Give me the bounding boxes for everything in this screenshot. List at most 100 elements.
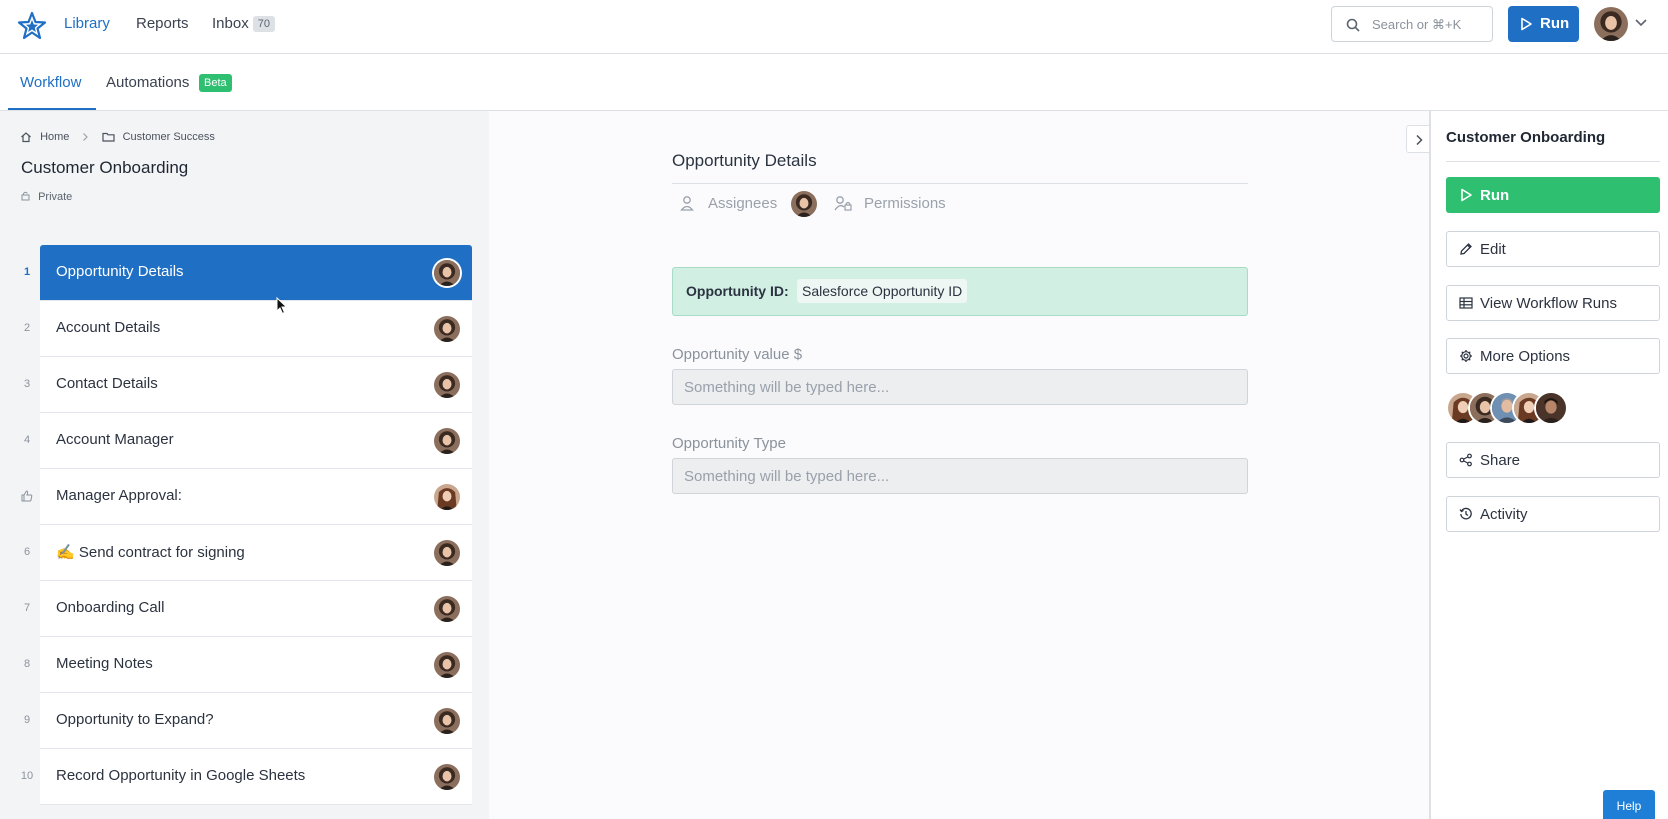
divider bbox=[1446, 161, 1660, 162]
assignee-avatar[interactable] bbox=[791, 191, 817, 217]
run-button[interactable]: Run bbox=[1508, 6, 1579, 42]
search-placeholder: Search or ⌘+K bbox=[1372, 17, 1462, 32]
alert-value: Salesforce Opportunity ID bbox=[797, 279, 968, 303]
star-logo-icon[interactable] bbox=[16, 10, 48, 42]
mouse-cursor-icon bbox=[276, 297, 288, 315]
inbox-count-badge: 70 bbox=[252, 16, 275, 32]
step-assignee-avatar bbox=[434, 484, 460, 510]
step-item[interactable]: 6 ✍️ Send contract for signing bbox=[0, 525, 489, 581]
sub-nav: Workflow Automations Beta bbox=[0, 54, 1668, 111]
top-nav: Library Reports Inbox 70 Search or ⌘+K Ru… bbox=[0, 0, 1668, 54]
view-workflow-runs-label: View Workflow Runs bbox=[1480, 295, 1617, 312]
assignees-icon bbox=[680, 195, 694, 213]
visibility-label: Private bbox=[20, 190, 72, 203]
step-assignee-avatar bbox=[434, 652, 460, 678]
field-placeholder: Something will be typed here... bbox=[684, 379, 890, 396]
breadcrumb: Home Customer Success bbox=[20, 131, 215, 143]
step-number: 6 bbox=[23, 546, 31, 558]
step-assignee-avatar bbox=[434, 260, 460, 286]
view-workflow-runs-button[interactable]: View Workflow Runs bbox=[1446, 285, 1660, 321]
step-content: Opportunity Details Assignees Permission… bbox=[489, 111, 1429, 819]
workflow-panel: Customer Onboarding Run Edit View Workfl… bbox=[1429, 111, 1668, 819]
step-label: ✍️ Send contract for signing bbox=[56, 544, 245, 561]
activity-button[interactable]: Activity bbox=[1446, 496, 1660, 532]
step-item[interactable]: 1 Opportunity Details bbox=[0, 245, 489, 301]
chevron-right-icon bbox=[83, 133, 89, 142]
step-item[interactable]: 7 Onboarding Call bbox=[0, 581, 489, 637]
assignees-button[interactable]: Assignees bbox=[708, 195, 777, 212]
step-number: 10 bbox=[20, 770, 34, 782]
step-number: 1 bbox=[23, 266, 31, 278]
play-icon bbox=[1461, 188, 1472, 202]
folder-icon bbox=[101, 132, 115, 142]
step-label: Record Opportunity in Google Sheets bbox=[56, 767, 306, 784]
step-label: Onboarding Call bbox=[56, 599, 165, 616]
edit-button[interactable]: Edit bbox=[1446, 231, 1660, 267]
step-item[interactable]: 10 Record Opportunity in Google Sheets bbox=[0, 749, 489, 805]
opportunity-id-alert: Opportunity ID: Salesforce Opportunity I… bbox=[672, 267, 1248, 316]
share-icon bbox=[1459, 453, 1472, 467]
collaborator-avatar[interactable] bbox=[1534, 391, 1568, 425]
step-label: Account Details bbox=[56, 319, 161, 336]
search-input[interactable]: Search or ⌘+K bbox=[1331, 6, 1493, 42]
workflow-title: Customer Onboarding bbox=[21, 158, 189, 177]
share-button[interactable]: Share bbox=[1446, 442, 1660, 478]
nav-inbox[interactable]: Inbox 70 bbox=[212, 15, 275, 32]
step-title: Opportunity Details bbox=[672, 151, 817, 170]
step-assignee-avatar bbox=[434, 596, 460, 622]
activity-label: Activity bbox=[1480, 506, 1528, 523]
step-number: 4 bbox=[23, 434, 31, 446]
gear-icon bbox=[1460, 350, 1472, 362]
permissions-icon bbox=[834, 195, 852, 213]
workflow-sidebar: Home Customer Success Customer Onboardin… bbox=[0, 111, 489, 819]
step-label: Opportunity Details bbox=[56, 263, 184, 280]
collapse-panel-button[interactable] bbox=[1406, 125, 1430, 153]
step-assignee-avatar bbox=[434, 540, 460, 566]
beta-badge: Beta bbox=[199, 74, 232, 92]
step-list: 1 Opportunity Details 2 Account Details … bbox=[0, 245, 489, 805]
field-placeholder: Something will be typed here... bbox=[684, 468, 890, 485]
step-number: 2 bbox=[23, 322, 31, 334]
history-icon bbox=[1459, 507, 1472, 520]
chevron-right-icon bbox=[1416, 134, 1423, 146]
step-item[interactable]: 4 Account Manager bbox=[0, 413, 489, 469]
panel-title: Customer Onboarding bbox=[1446, 129, 1606, 146]
tab-workflow[interactable]: Workflow bbox=[20, 74, 81, 91]
breadcrumb-customer-success[interactable]: Customer Success bbox=[123, 131, 215, 143]
opportunity-value-input[interactable]: Something will be typed here... bbox=[672, 369, 1248, 405]
step-assignee-avatar bbox=[434, 428, 460, 454]
chevron-down-icon[interactable] bbox=[1634, 18, 1648, 28]
active-tab-indicator bbox=[8, 108, 96, 110]
divider bbox=[672, 183, 1248, 184]
opportunity-type-input[interactable]: Something will be typed here... bbox=[672, 458, 1248, 494]
run-workflow-label: Run bbox=[1480, 187, 1510, 204]
search-icon bbox=[1346, 18, 1360, 32]
step-label: Contact Details bbox=[56, 375, 158, 392]
step-label: Meeting Notes bbox=[56, 655, 153, 672]
field-label-opportunity-value: Opportunity value $ bbox=[672, 346, 803, 363]
step-item[interactable]: 8 Meeting Notes bbox=[0, 637, 489, 693]
help-button[interactable]: Help bbox=[1603, 790, 1655, 819]
alert-key: Opportunity ID: bbox=[686, 283, 789, 299]
nav-reports[interactable]: Reports bbox=[136, 15, 189, 32]
run-workflow-button[interactable]: Run bbox=[1446, 177, 1660, 213]
tab-automations[interactable]: Automations bbox=[106, 74, 189, 91]
run-button-label: Run bbox=[1540, 15, 1570, 32]
home-icon bbox=[21, 132, 31, 143]
user-avatar[interactable] bbox=[1594, 7, 1628, 41]
thumbs-up-icon bbox=[20, 490, 34, 505]
more-options-button[interactable]: More Options bbox=[1446, 338, 1660, 374]
breadcrumb-home[interactable]: Home bbox=[40, 131, 69, 143]
step-item[interactable]: 2 Account Details bbox=[0, 301, 489, 357]
step-item[interactable]: 3 Contact Details bbox=[0, 357, 489, 413]
step-number: 7 bbox=[23, 602, 31, 614]
step-number: 3 bbox=[23, 378, 31, 390]
visibility-text: Private bbox=[38, 191, 73, 203]
permissions-button[interactable]: Permissions bbox=[864, 195, 946, 212]
step-item-approval[interactable]: Manager Approval: bbox=[0, 469, 489, 525]
nav-library[interactable]: Library bbox=[64, 15, 110, 32]
step-item[interactable]: 9 Opportunity to Expand? bbox=[0, 693, 489, 749]
step-number: 8 bbox=[23, 658, 31, 670]
lock-icon bbox=[21, 191, 30, 201]
step-label: Manager Approval: bbox=[56, 487, 182, 504]
